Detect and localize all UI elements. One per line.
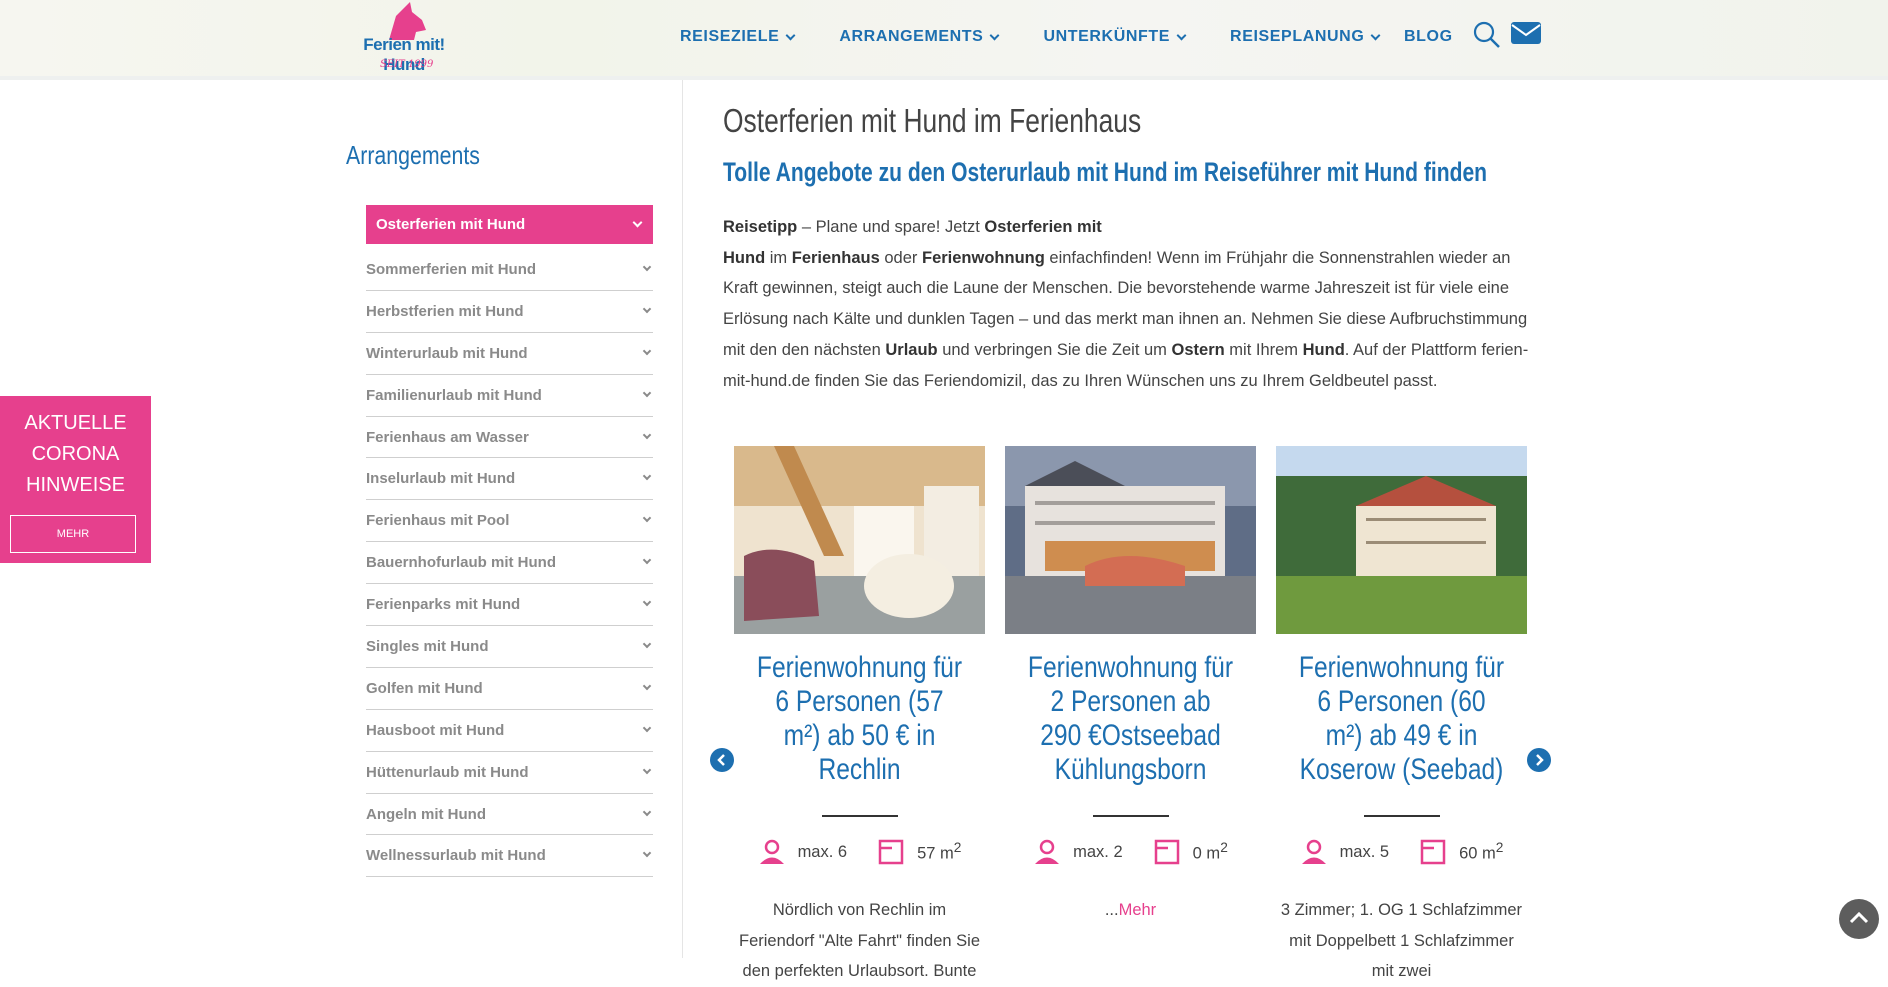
offer-meta: max. 2 0 m2 (1005, 839, 1256, 865)
sidebar-item[interactable]: Bauernhofurlaub mit Hund (366, 542, 653, 585)
sidebar-item-active[interactable]: Osterferien mit Hund (366, 205, 653, 244)
nav-unterkuenfte[interactable]: UNTERKÜNFTE (1043, 28, 1187, 46)
site-logo[interactable]: Ferien mit! Hund SEIT 1999 (344, 2, 464, 76)
sidebar-list: Sommerferien mit Hund Herbstferien mit H… (366, 249, 653, 878)
offer-card[interactable]: Ferienwohnung für 2 Personen ab 290 €Ost… (1005, 446, 1256, 926)
sidebar-item[interactable]: Hausboot mit Hund (366, 710, 653, 752)
chevron-down-icon (642, 807, 652, 816)
page-title: Osterferien mit Hund im Ferienhaus (723, 102, 1142, 139)
chevron-down-icon (642, 723, 652, 733)
chevron-down-icon (642, 849, 652, 858)
corona-notice: AKTUELLE CORONA HINWEISE MEHR INFORMATIO… (0, 396, 151, 576)
offer-image[interactable] (1005, 446, 1256, 634)
floor-plan-icon (878, 839, 904, 865)
divider (1092, 815, 1169, 817)
sidebar-item[interactable]: Singles mit Hund (366, 626, 653, 668)
more-link[interactable]: Mehr (1119, 901, 1157, 919)
floor-plan-icon (1420, 839, 1446, 865)
chevron-down-icon (785, 30, 796, 40)
offer-image[interactable] (1276, 446, 1527, 634)
chevron-down-icon (632, 217, 643, 228)
offer-description: ...Mehr (1104, 901, 1157, 919)
sidebar-item[interactable]: Winterurlaub mit Hund (366, 333, 653, 375)
corona-more-button[interactable]: MEHR INFORMATIONEN (10, 515, 136, 576)
corona-heading: AKTUELLE CORONA HINWEISE (24, 412, 127, 496)
page-subtitle: Tolle Angebote zu den Osterurlaub mit Hu… (723, 157, 1488, 187)
sidebar-item[interactable]: Ferienparks mit Hund (366, 584, 653, 627)
divider (821, 815, 898, 817)
offer-title[interactable]: Ferienwohnung für 6 Personen (60 m²) ab … (1299, 651, 1505, 787)
envelope-icon[interactable] (1510, 20, 1542, 46)
chevron-down-icon (642, 597, 652, 607)
chevron-down-icon (642, 472, 652, 481)
search-icon[interactable] (1472, 20, 1502, 50)
sidebar-item[interactable]: Familienurlaub mit Hund (366, 375, 653, 417)
chevron-down-icon (642, 681, 652, 691)
sidebar-item[interactable]: Golfen mit Hund (366, 668, 653, 710)
nav-arrangements[interactable]: ARRANGEMENTS (839, 28, 1000, 46)
chevron-down-icon (642, 304, 652, 314)
carousel-prev-button[interactable] (710, 748, 734, 772)
sidebar-item[interactable]: Ferienhaus am Wasser (366, 417, 653, 459)
intro-text: Reisetipp – Plane und spare! Jetzt Oster… (723, 218, 1529, 390)
offer-description: 3 Zimmer; 1. OG 1 Schlafzimmer mit Doppe… (1280, 901, 1523, 980)
sidebar-item[interactable]: Wellnessurlaub mit Hund (366, 835, 653, 878)
person-icon (1035, 839, 1060, 864)
chevron-down-icon (1176, 30, 1187, 40)
content-divider (682, 80, 683, 958)
offer-title[interactable]: Ferienwohnung für 6 Personen (57 m²) ab … (757, 651, 963, 787)
chevron-down-icon (642, 765, 652, 774)
chevron-down-icon (642, 430, 652, 439)
offer-meta: max. 5 60 m2 (1276, 839, 1527, 865)
sidebar-item[interactable]: Inselurlaub mit Hund (366, 458, 653, 501)
chevron-down-icon (642, 262, 652, 272)
chevron-down-icon (990, 30, 1000, 40)
chevron-down-icon (642, 346, 652, 356)
offer-card[interactable]: Ferienwohnung für 6 Personen (57 m²) ab … (734, 446, 985, 987)
nav-reiseplanung[interactable]: REISEPLANUNG (1230, 28, 1381, 46)
sidebar-title: Arrangements (346, 140, 480, 170)
divider (1363, 815, 1440, 817)
sidebar-item[interactable]: Angeln mit Hund (366, 794, 653, 836)
carousel-next-button[interactable] (1527, 748, 1551, 772)
site-header: Ferien mit! Hund SEIT 1999 REISEZIELE AR… (0, 0, 1888, 80)
chevron-down-icon (642, 555, 652, 565)
nav-blog[interactable]: BLOG (1404, 28, 1453, 46)
logo-since: SEIT 1999 (380, 59, 434, 70)
offer-card[interactable]: Ferienwohnung für 6 Personen (60 m²) ab … (1276, 446, 1527, 987)
sidebar-item[interactable]: Herbstferien mit Hund (366, 291, 653, 333)
sidebar-item[interactable]: Sommerferien mit Hund (366, 249, 653, 291)
offer-description: Nördlich von Rechlin im Feriendorf "Alte… (739, 901, 980, 980)
floor-plan-icon (1154, 839, 1179, 865)
chevron-down-icon (642, 388, 652, 397)
chevron-left-icon (717, 754, 725, 766)
chevron-down-icon (1370, 30, 1381, 40)
offer-meta: max. 6 57 m2 (734, 839, 985, 865)
scroll-top-button[interactable] (1839, 899, 1879, 939)
person-icon (1301, 839, 1326, 864)
offer-image[interactable] (734, 446, 985, 634)
nav-reiseziele[interactable]: REISEZIELE (680, 28, 796, 46)
chevron-right-icon (1536, 754, 1544, 766)
person-icon (759, 839, 784, 864)
chevron-down-icon (642, 514, 652, 523)
chevron-down-icon (642, 639, 652, 649)
sidebar-item[interactable]: Ferienhaus mit Pool (366, 500, 653, 543)
chevron-up-icon (1849, 911, 1869, 924)
offer-title[interactable]: Ferienwohnung für 2 Personen ab 290 €Ost… (1028, 651, 1234, 787)
sidebar-item[interactable]: Hüttenurlaub mit Hund (366, 752, 653, 794)
main-nav: REISEZIELE ARRANGEMENTS UNTERKÜNFTE REIS… (680, 28, 1424, 46)
